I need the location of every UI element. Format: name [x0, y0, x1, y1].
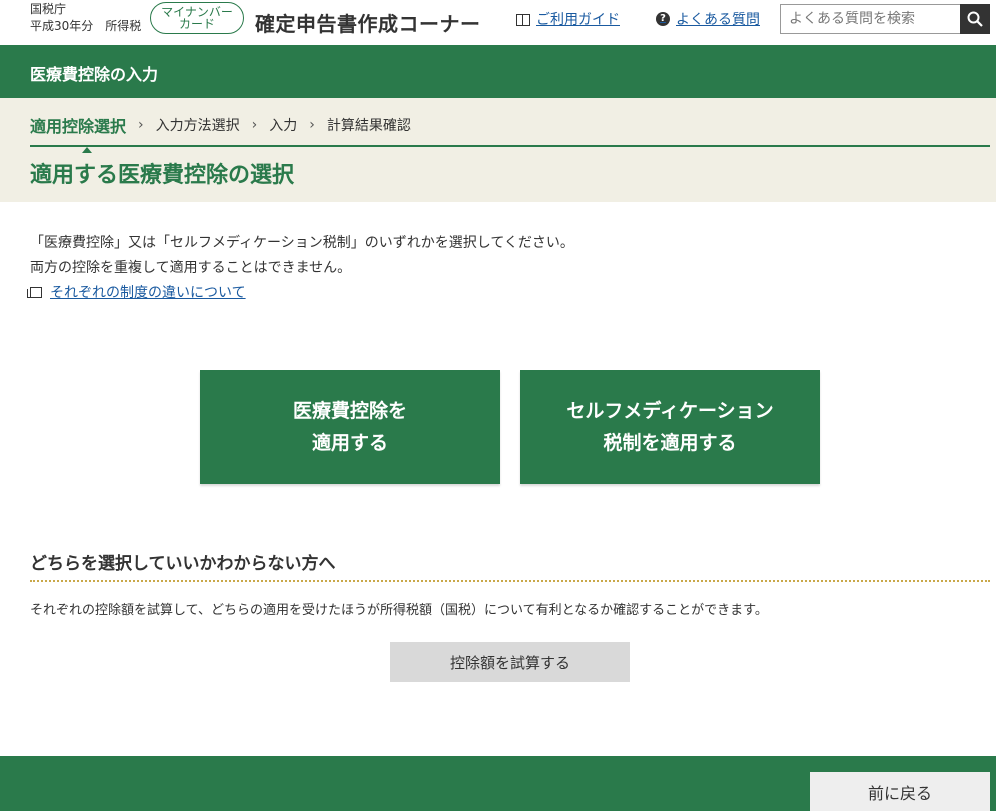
faq-search-input[interactable] [780, 4, 961, 34]
intro-text: 「医療費控除」又は「セルフメディケーション税制」のいずれかを選択してください。 … [30, 231, 574, 281]
new-window-icon [27, 286, 42, 298]
intro-line-2: 両方の控除を重複して適用することはできません。 [30, 260, 352, 276]
help-divider [30, 580, 990, 582]
question-icon: ? [656, 12, 670, 26]
agency-name: 国税庁 [30, 2, 67, 16]
medical-button-line2: 適用する [311, 432, 388, 454]
agency-info: 国税庁 平成30年分 所得税 [30, 1, 141, 35]
section-title: 医療費控除の入力 [30, 65, 159, 84]
trial-calculation-button[interactable]: 控除額を試算する [390, 642, 630, 682]
step-result-confirm: 計算結果確認 [326, 118, 411, 134]
chevron-right-icon: › [251, 117, 258, 133]
book-icon [516, 13, 531, 26]
medical-button-line1: 医療費控除を [292, 400, 407, 422]
section-title-bar: 医療費控除の入力 [0, 45, 996, 98]
chevron-right-icon: › [309, 117, 315, 133]
user-guide-label: ご利用ガイド [536, 12, 620, 28]
faq-label: よくある質問 [676, 12, 760, 28]
back-button[interactable]: 前に戻る [810, 772, 990, 811]
system-difference-link[interactable]: それぞれの制度の違いについて [27, 282, 246, 302]
mynumber-card-badge: マイナンバー カード [150, 2, 244, 34]
mynumber-badge-line2: カード [178, 17, 215, 31]
step-input: 入力 [269, 118, 298, 134]
step-breadcrumb: 適用控除選択 › 入力方法選択 › 入力 › 計算結果確認 [30, 113, 411, 153]
apply-self-medication-button[interactable]: セルフメディケーション 税制を適用する [520, 370, 820, 484]
self-medication-button-line1: セルフメディケーション [566, 400, 774, 422]
tax-year: 平成30年分 所得税 [30, 19, 142, 33]
header: 国税庁 平成30年分 所得税 マイナンバー カード 確定申告書作成コーナー ご利… [0, 0, 996, 45]
chevron-right-icon: › [138, 117, 144, 133]
search-icon [967, 11, 983, 27]
help-text: それぞれの控除額を試算して、どちらの適用を受けたほうが所得税額（国税）について有… [30, 603, 768, 618]
self-medication-button-line2: 税制を適用する [603, 432, 737, 454]
help-heading: どちらを選択していいかわからない方へ [30, 554, 336, 574]
system-difference-label: それぞれの制度の違いについて [50, 285, 246, 301]
search-button[interactable] [960, 4, 990, 34]
faq-link[interactable]: ? よくある質問 [656, 9, 760, 29]
user-guide-link[interactable]: ご利用ガイド [516, 9, 620, 29]
steps-area: 適用控除選択 › 入力方法選択 › 入力 › 計算結果確認 適用する医療費控除の… [0, 98, 996, 202]
site-title: 確定申告書作成コーナー [255, 12, 481, 36]
steps-divider [30, 145, 990, 147]
step-input-method: 入力方法選択 [155, 118, 240, 134]
intro-line-1: 「医療費控除」又は「セルフメディケーション税制」のいずれかを選択してください。 [30, 235, 574, 251]
footer: 前に戻る [0, 756, 996, 811]
step-deduction-select: 適用控除選択 [30, 113, 126, 153]
page-title: 適用する医療費控除の選択 [30, 163, 295, 188]
apply-medical-deduction-button[interactable]: 医療費控除を 適用する [200, 370, 500, 484]
